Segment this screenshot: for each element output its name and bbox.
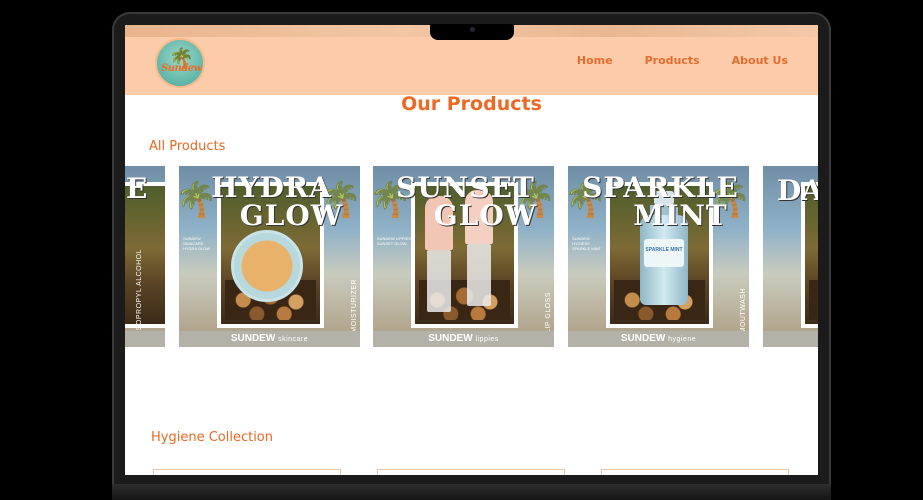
rocks-decoration [809,280,818,320]
product-title: SPARKLE MINT [578,174,743,230]
collection-card[interactable] [377,469,565,475]
product-title-line2: MINT [633,199,728,232]
tube-body [467,244,491,306]
hygiene-collection-heading: Hygiene Collection [151,430,274,445]
nav-home[interactable]: Home [577,54,613,67]
logo[interactable]: 🌴 Sundew [155,38,205,88]
product-card-sparkle-mint[interactable]: 🌴 🌴 SPARKLE MINT SUNDEW HYGIENE SPARKLE … [568,166,749,347]
nav-links: Home Products About Us [545,54,788,67]
page-title: Our Products [401,93,542,115]
product-card-partial-right[interactable]: DA [763,166,818,347]
brand-sub: lippies [475,336,499,343]
hygiene-collection-grid [125,469,818,475]
brand-strip: SUNDEW hygiene [568,331,749,347]
product-title: SUNSET GLOW [383,174,548,230]
product-title-line2: GLOW [433,199,538,232]
camera-notch [430,24,514,40]
product-card-partial-left[interactable]: E ISOPROPYL ALCOHOL [125,166,165,347]
moisturizer-jar [231,230,303,302]
product-category: LIP GLOSS [545,292,552,333]
product-title: E [126,172,148,205]
nav-products[interactable]: Products [645,54,700,67]
brand-sub: skincare [278,336,309,343]
product-title-line2: GLOW [239,199,344,232]
collection-card[interactable] [153,469,341,475]
brand-name: SUNDEW [230,333,276,344]
product-copy: SUNDEW LIPPIES SUNSET GLOW [377,236,412,246]
brand-strip: SUNDEW lippies [373,331,554,347]
bottle-label: SPARKLE MINT [644,239,684,267]
product-carousel[interactable]: E ISOPROPYL ALCOHOL 🌴 🌴 SUNDEW SKINCARE … [125,166,818,348]
brand-strip [125,331,165,347]
product-title: DA [777,174,818,207]
browser-viewport: 🌴 Sundew Home Products About Us Our Prod… [125,25,818,475]
tube-body [427,250,451,312]
product-category: MOUTWASH [740,287,747,333]
brand-name: SUNDEW [620,333,666,344]
brand-strip: SUNDEW skincare [179,331,360,347]
brand-name: SUNDEW [428,333,473,344]
navbar: 🌴 Sundew Home Products About Us [125,37,818,95]
product-copy: SUNDEW SKINCARE HYDRA GLOW [183,236,211,251]
brand-sub: hygiene [668,336,697,343]
product-copy: SUNDEW HYGIENE SPARKLE MINT [572,236,602,251]
product-card-sunset-glow[interactable]: 🌴 🌴 SUNDEW LIPPIES SUNSET GLOW SUNSET GL… [373,166,554,347]
product-category: MOISTURIZER [351,279,358,333]
all-products-heading: All Products [149,139,226,154]
product-title: HYDRA GLOW [189,174,354,230]
product-card-hydra-glow[interactable]: 🌴 🌴 SUNDEW SKINCARE HYDRA GLOW HYDRA GLO… [179,166,360,347]
logo-text: Sundew [161,63,202,74]
camera-icon [470,27,475,32]
laptop-base [112,484,831,500]
brand-strip [763,331,818,347]
nav-about-us[interactable]: About Us [732,54,788,67]
product-category: ISOPROPYL ALCOHOL [136,249,143,333]
collection-card[interactable] [601,469,789,475]
